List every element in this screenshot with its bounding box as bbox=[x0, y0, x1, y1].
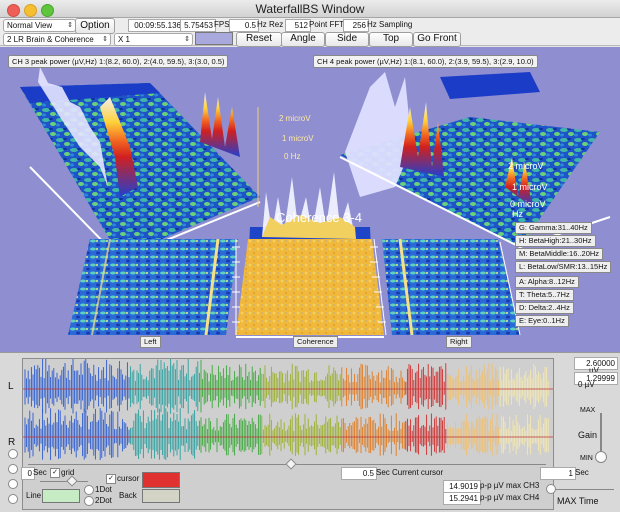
go-front-button[interactable]: Go Front bbox=[413, 32, 461, 47]
cursor-label: cursor bbox=[117, 474, 140, 483]
chevron-updown-icon: ⇕ bbox=[67, 22, 73, 29]
ch3-peak-power: CH 3 peak power (µV,Hz) 1:(8.2, 60.0), 2… bbox=[8, 55, 229, 68]
top-button[interactable]: Top bbox=[369, 32, 413, 47]
max-time-sec-label: Sec bbox=[575, 468, 589, 477]
coherence-plane-label: Coherence bbox=[293, 336, 338, 348]
option-button[interactable]: Option bbox=[75, 18, 115, 34]
background-color-swatch[interactable] bbox=[195, 32, 233, 45]
channel-l-label: L bbox=[8, 381, 14, 392]
fft-points-label: Point FFT bbox=[309, 20, 345, 29]
band-gamma: G: Gamma:31..40Hz bbox=[515, 222, 592, 234]
chevron-updown-icon: ⇕ bbox=[184, 36, 190, 43]
cursor-sec-field[interactable]: 0.5 bbox=[341, 467, 377, 480]
left-axis-label-0hz: 0 Hz bbox=[284, 152, 301, 161]
max-time-slider-track[interactable] bbox=[550, 489, 614, 490]
side-button[interactable]: Side bbox=[325, 32, 369, 47]
channel-radio-2[interactable] bbox=[8, 464, 18, 474]
cursor-color-swatch[interactable] bbox=[142, 472, 180, 488]
dot2-radio[interactable] bbox=[84, 496, 94, 506]
grid-checkbox[interactable]: ✓ bbox=[50, 468, 60, 478]
waterfall-3d-view[interactable]: CH 3 peak power (µV,Hz) 1:(8.2, 60.0), 2… bbox=[0, 47, 620, 352]
scale-select[interactable]: X 1 ⇕ bbox=[114, 33, 193, 46]
zero-uv-label: 0 µV bbox=[578, 380, 595, 389]
band-beta-high: H: BetaHigh:21..30Hz bbox=[515, 235, 596, 247]
title-bar: WaterfallBS Window bbox=[0, 0, 620, 18]
angle-button[interactable]: Angle bbox=[281, 32, 325, 47]
band-alpha: A: Alpha:8..12Hz bbox=[515, 276, 579, 288]
max-time-field[interactable]: 1 bbox=[540, 467, 576, 480]
reset-button[interactable]: Reset bbox=[236, 32, 282, 47]
left-axis-label-2uv: 2 microV bbox=[279, 114, 311, 123]
dot1-radio[interactable] bbox=[84, 485, 94, 495]
back-color-swatch[interactable] bbox=[142, 489, 180, 503]
dot1-label: 1Dot bbox=[95, 485, 112, 494]
channel-radio-1[interactable] bbox=[8, 449, 18, 459]
band-theta: T: Theta:5..7Hz bbox=[515, 289, 574, 301]
ch4-peak-power: CH 4 peak power (µV,Hz) 1:(8.1, 60.0), 2… bbox=[313, 55, 538, 68]
band-beta-low: L: BetaLow/SMR:13..15Hz bbox=[515, 261, 612, 273]
gain-label: Gain bbox=[578, 430, 598, 440]
gain-slider-thumb[interactable] bbox=[595, 451, 607, 463]
ch4-ppmax-field: 15.2941 bbox=[443, 492, 481, 505]
right-axis-label-hz: Hz bbox=[512, 209, 523, 219]
montage-select[interactable]: 2 LR Brain & Coherence ⇕ bbox=[3, 33, 111, 46]
max-time-label: MAX Time bbox=[557, 496, 599, 506]
view-mode-value: Normal View bbox=[7, 21, 53, 30]
right-axis-label-1uv: 1 microV bbox=[512, 182, 548, 192]
ch4-ppmax-label: p-p µV max CH4 bbox=[480, 493, 540, 502]
window-title: WaterfallBS Window bbox=[255, 2, 365, 16]
elapsed-time-field: 00:09:55.136 bbox=[128, 19, 184, 32]
gain-max-label: MAX bbox=[580, 407, 596, 414]
channel-radio-4[interactable] bbox=[8, 494, 18, 504]
sec-label: Sec bbox=[33, 468, 47, 477]
band-delta: D: Delta:2..4Hz bbox=[515, 302, 574, 314]
view-mode-select[interactable]: Normal View ⇕ bbox=[3, 19, 76, 32]
left-plane-label: Left bbox=[140, 336, 161, 348]
ch3-ppmax-label: p-p µV max CH3 bbox=[480, 481, 540, 490]
line-label: Line bbox=[26, 491, 42, 500]
fft-points-field[interactable]: 512 bbox=[285, 19, 311, 32]
eeg-waveform-traces bbox=[23, 359, 553, 461]
channel-radio-3[interactable] bbox=[8, 479, 18, 489]
back-label: Back bbox=[119, 491, 137, 500]
cursor-checkbox[interactable]: ✓ bbox=[106, 474, 116, 484]
current-cursor-label: Sec Current cursor bbox=[376, 468, 444, 477]
band-eye: E: Eye:0..1Hz bbox=[515, 315, 569, 327]
chevron-updown-icon: ⇕ bbox=[102, 36, 108, 43]
left-axis-label-1uv: 1 microV bbox=[282, 134, 314, 143]
hz-rez-field[interactable]: 0.5 bbox=[229, 19, 259, 32]
fps-field: 5.75453 bbox=[180, 19, 216, 32]
band-beta-middle: M: BetaMiddle:16..20Hz bbox=[515, 248, 604, 260]
line-color-swatch[interactable] bbox=[42, 489, 80, 503]
waveform-panel: L R 2.60000 µV 1.29999 0 µV MAX Gain MIN… bbox=[0, 352, 620, 512]
fps-label: FPS bbox=[214, 20, 230, 29]
sampling-rate-label: Hz Sampling bbox=[367, 20, 413, 29]
scale-value: X 1 bbox=[118, 35, 131, 44]
sampling-rate-field[interactable]: 256 bbox=[343, 19, 369, 32]
dot2-label: 2Dot bbox=[95, 496, 112, 505]
right-axis-label-2uv: 2 microV bbox=[508, 161, 544, 171]
coherence-plane bbox=[236, 239, 384, 335]
channel-r-label: R bbox=[8, 437, 16, 448]
right-plane-label: Right bbox=[446, 336, 472, 348]
max-time-slider-thumb[interactable] bbox=[546, 484, 556, 494]
gain-min-label: MIN bbox=[580, 455, 593, 462]
line-width-slider-track[interactable] bbox=[40, 481, 88, 482]
montage-value: 2 LR Brain & Coherence bbox=[7, 35, 94, 44]
hz-rez-label: Hz Rez bbox=[257, 20, 284, 29]
toolbar: Normal View ⇕ Option 00:09:55.136 5.7545… bbox=[0, 18, 620, 47]
coherence-title: Coherence 3-4 bbox=[276, 210, 362, 225]
